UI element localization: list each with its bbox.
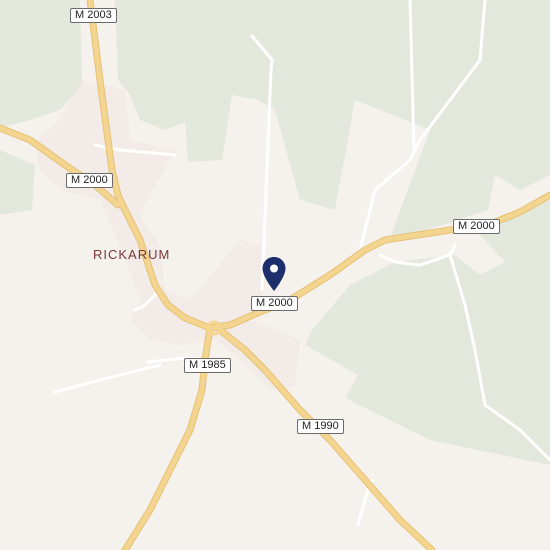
road-label-m2003: M 2003 bbox=[70, 8, 117, 23]
road-label-m1985: M 1985 bbox=[184, 358, 231, 373]
road-label-m1990: M 1990 bbox=[297, 419, 344, 434]
road-label-m2000-west: M 2000 bbox=[66, 173, 113, 188]
road-label-m2000-center: M 2000 bbox=[251, 296, 298, 311]
map-canvas[interactable]: M 2003 M 2000 M 2000 M 2000 M 1985 M 199… bbox=[0, 0, 550, 550]
forest-area-west bbox=[0, 150, 35, 215]
place-label: RICKARUM bbox=[93, 247, 171, 262]
road-label-m2000-east: M 2000 bbox=[453, 219, 500, 234]
location-pin-icon[interactable] bbox=[261, 256, 287, 292]
